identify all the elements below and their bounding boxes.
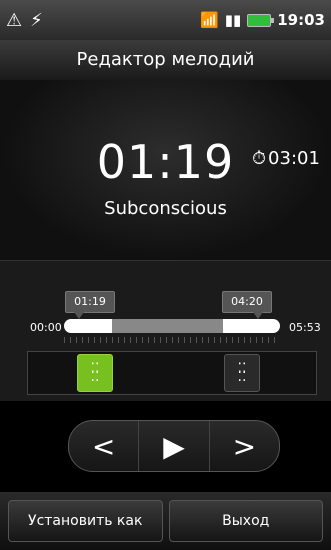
wifi-icon: 📶 bbox=[200, 11, 219, 29]
battery-icon bbox=[247, 13, 275, 27]
usb-icon: ⚡ bbox=[30, 9, 43, 31]
bottom-bar: Установить как Выход bbox=[0, 492, 331, 550]
next-button[interactable]: > bbox=[210, 421, 279, 471]
range-end-label: 05:53 bbox=[289, 321, 321, 334]
tick-marks bbox=[64, 337, 280, 343]
playback-display: 01:19 ⏱ 03:01 Subconscious bbox=[0, 80, 331, 260]
chevron-right-icon: > bbox=[232, 429, 257, 463]
set-as-button[interactable]: Установить как bbox=[8, 500, 163, 542]
chevron-left-icon: < bbox=[91, 429, 116, 463]
grip-icon: ⁚⁚ ⁚⁚ bbox=[90, 361, 100, 385]
status-time: 19:03 bbox=[277, 11, 325, 29]
duration-value: 03:01 bbox=[268, 148, 320, 169]
song-title: Subconscious bbox=[104, 198, 227, 219]
status-bar: ⚠ ⚡ 📶 ▮▮ 19:03 bbox=[0, 0, 331, 40]
duration-display: ⏱ 03:01 bbox=[252, 148, 320, 169]
range-editor: 01:19 04:20 00:00 05:53 ⁚⁚ ⁚⁚ ⁚⁚ ⁚⁚ bbox=[0, 260, 331, 401]
stopwatch-icon: ⏱ bbox=[252, 148, 267, 169]
signal-bars-icon: ▮▮ bbox=[224, 11, 242, 29]
page-title: Редактор мелодий bbox=[0, 40, 331, 81]
start-marker: 01:19 bbox=[65, 291, 115, 319]
prev-button[interactable]: < bbox=[69, 421, 140, 471]
playback-controls: < ▶ > bbox=[68, 420, 280, 472]
selected-range bbox=[112, 319, 224, 333]
trim-slider-track[interactable] bbox=[27, 351, 317, 395]
end-marker: 04:20 bbox=[222, 291, 272, 319]
grip-icon: ⁚⁚ ⁚⁚ bbox=[237, 361, 247, 385]
end-handle[interactable]: ⁚⁚ ⁚⁚ bbox=[224, 354, 260, 392]
play-icon: ▶ bbox=[163, 429, 185, 463]
play-button[interactable]: ▶ bbox=[139, 421, 210, 471]
ringtone-triangle-icon: ⚠ bbox=[6, 9, 23, 31]
exit-button[interactable]: Выход bbox=[168, 500, 323, 542]
progress-bar[interactable] bbox=[64, 319, 280, 333]
range-start-label: 00:00 bbox=[30, 321, 62, 334]
start-handle[interactable]: ⁚⁚ ⁚⁚ bbox=[77, 354, 113, 392]
